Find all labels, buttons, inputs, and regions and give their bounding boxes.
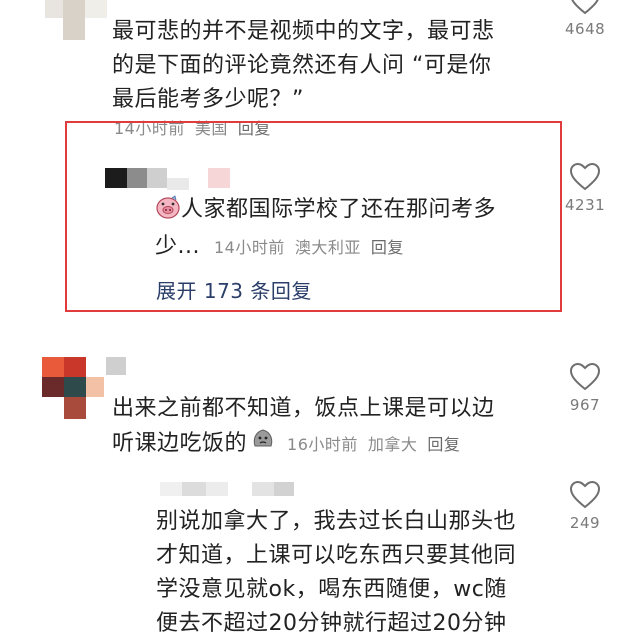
- comment-time: 14小时前: [213, 238, 285, 257]
- avatar[interactable]: [45, 0, 63, 18]
- username: [182, 482, 206, 496]
- comment-text-line: 少...: [155, 234, 200, 259]
- like-count: 967: [569, 396, 601, 414]
- reply-button[interactable]: 回复: [427, 435, 460, 454]
- comment-text: 人家都国际学校了还在那问考多 少... 14小时前 澳大利亚 回复: [155, 193, 555, 265]
- username[interactable]: [105, 168, 127, 188]
- comment-time: 16小时前: [287, 435, 358, 454]
- avatar: [64, 357, 86, 377]
- comment-text-line: 才知道，上课可以吃东西只要其他同: [156, 543, 517, 568]
- comment-text-line: 便去不超过20分钟就行超过20分钟: [156, 611, 507, 636]
- username: [206, 482, 228, 496]
- like-count: 249: [569, 514, 601, 532]
- avatar: [63, 0, 85, 40]
- like-button[interactable]: 249: [565, 480, 605, 532]
- comment-text: 出来之前都不知道，饭点上课是可以边 听课边吃饭的 16小时前 加拿大 回复: [112, 392, 552, 462]
- username: [127, 168, 147, 188]
- avatar: [64, 397, 86, 419]
- avatar: [42, 377, 64, 397]
- like-count: 4648: [565, 20, 606, 38]
- comment-text-line: 别说加拿大了，我去过长白山那头也: [156, 509, 517, 534]
- comment-text-line: 的是下面的评论竟然还有人问 “可是你: [112, 53, 492, 78]
- comment-text-line: 学没意见就ok，喝东西随便，wc随: [156, 577, 507, 602]
- avatar: [86, 377, 104, 397]
- pig-face-icon: [155, 195, 181, 230]
- comment-text: 最可悲的并不是视频中的文字，最可悲 的是下面的评论竟然还有人问 “可是你 最后能…: [112, 15, 552, 117]
- avatar[interactable]: [42, 357, 64, 377]
- heart-icon: [569, 480, 601, 509]
- username: [274, 482, 294, 496]
- heart-icon: [569, 162, 601, 191]
- comment-location: 加拿大: [367, 435, 418, 454]
- username: [167, 178, 189, 190]
- expand-replies-button[interactable]: 展开 173 条回复: [156, 275, 312, 304]
- username: [147, 168, 167, 188]
- comment-meta: 16小时前 加拿大 回复: [287, 428, 470, 462]
- like-button[interactable]: 967: [565, 362, 605, 414]
- username: [208, 168, 230, 188]
- comment-meta: 14小时前 澳大利亚 回复: [214, 231, 414, 265]
- comment-text-line: 最后能考多少呢？”: [112, 87, 304, 112]
- sad-face-icon: [251, 426, 275, 461]
- comment-text-line: 人家都国际学校了还在那问考多: [181, 197, 497, 222]
- username[interactable]: [160, 482, 182, 496]
- comment-text-line: 听课边吃饭的: [112, 431, 248, 456]
- comment-text-line: 最可悲的并不是视频中的文字，最可悲: [112, 19, 495, 44]
- comment-text: 别说加拿大了，我去过长白山那头也 才知道，上课可以吃东西只要其他同 学没意见就o…: [156, 505, 576, 641]
- comment-text-line: 出来之前都不知道，饭点上课是可以边: [112, 396, 495, 421]
- like-button[interactable]: 4231: [565, 162, 605, 214]
- avatar: [64, 377, 86, 397]
- username: [252, 482, 274, 496]
- username[interactable]: [106, 357, 126, 375]
- heart-icon: [571, 0, 599, 15]
- comment-location: 澳大利亚: [294, 238, 361, 257]
- like-button[interactable]: 4648: [565, 0, 605, 38]
- reply-button[interactable]: 回复: [371, 238, 404, 257]
- username[interactable]: [85, 0, 107, 18]
- heart-icon: [569, 362, 601, 391]
- like-count: 4231: [565, 196, 606, 214]
